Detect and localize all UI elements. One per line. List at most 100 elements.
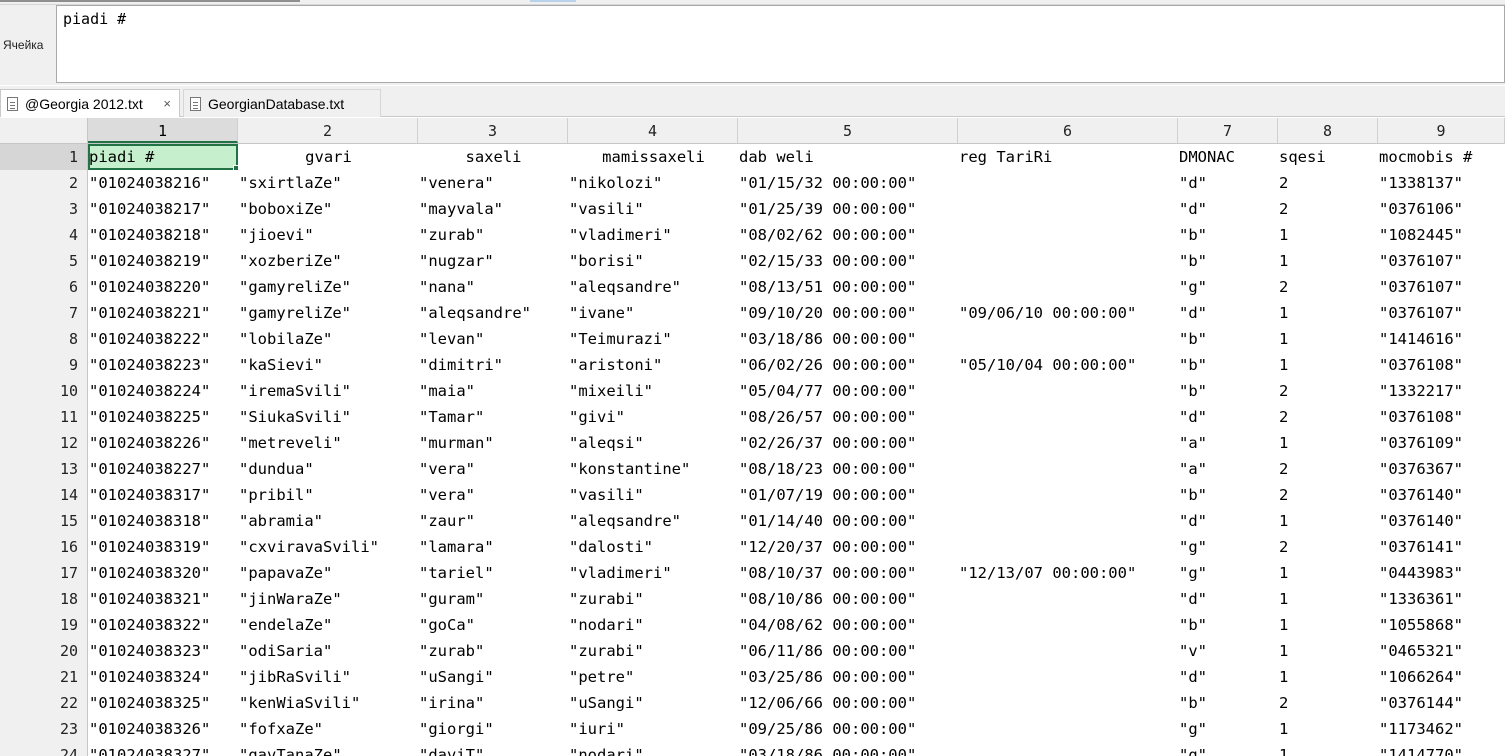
grid-cell[interactable]: 1	[1278, 326, 1378, 352]
grid-cell[interactable]: "03/25/86 00:00:00"	[738, 664, 958, 690]
grid-cell[interactable]: "0376108"	[1378, 352, 1505, 378]
row-number[interactable]: 22	[0, 690, 88, 716]
grid-cell[interactable]: "nana"	[418, 274, 568, 300]
row-number[interactable]: 13	[0, 456, 88, 482]
grid-cell[interactable]: "0376144"	[1378, 690, 1505, 716]
row-number[interactable]: 5	[0, 248, 88, 274]
data-grid[interactable]: 1 2 3 4 5 6 7 8 9 1 piadi # gvari saxeli mamissaxeli d…	[0, 118, 1505, 756]
grid-cell[interactable]: "dimitri"	[418, 352, 568, 378]
grid-cell[interactable]: "fofxaZe"	[238, 716, 418, 742]
grid-cell[interactable]: "iuri"	[568, 716, 738, 742]
grid-cell[interactable]: "04/08/62 00:00:00"	[738, 612, 958, 638]
grid-cell[interactable]: 1	[1278, 508, 1378, 534]
grid-cell[interactable]: 1	[1278, 430, 1378, 456]
grid-cell[interactable]: "0376367"	[1378, 456, 1505, 482]
grid-cell[interactable]: "a"	[1178, 430, 1278, 456]
grid-cell[interactable]	[958, 430, 1178, 456]
grid-cell[interactable]: "lamara"	[418, 534, 568, 560]
grid-cell[interactable]: "03/18/86 00:00:00"	[738, 326, 958, 352]
grid-cell[interactable]: "Tamar"	[418, 404, 568, 430]
grid-cell[interactable]: mamissaxeli	[568, 144, 738, 170]
grid-cell[interactable]: "dalosti"	[568, 534, 738, 560]
select-all-corner[interactable]	[0, 118, 88, 143]
grid-cell[interactable]: 2	[1278, 456, 1378, 482]
row-number[interactable]: 9	[0, 352, 88, 378]
grid-cell[interactable]: "murman"	[418, 430, 568, 456]
grid-cell[interactable]: "0376107"	[1378, 274, 1505, 300]
grid-cell[interactable]: "01/15/32 00:00:00"	[738, 170, 958, 196]
grid-cell[interactable]: "g"	[1178, 742, 1278, 756]
grid-cell[interactable]: "0376107"	[1378, 300, 1505, 326]
grid-cell[interactable]: "d"	[1178, 404, 1278, 430]
grid-cell[interactable]: "01024038220"	[88, 274, 238, 300]
grid-cell[interactable]: "uSangi"	[568, 690, 738, 716]
grid-cell[interactable]	[958, 456, 1178, 482]
grid-cell[interactable]: "1066264"	[1378, 664, 1505, 690]
grid-cell[interactable]: "b"	[1178, 352, 1278, 378]
grid-cell[interactable]: 1	[1278, 664, 1378, 690]
grid-cell[interactable]: "01024038321"	[88, 586, 238, 612]
grid-cell[interactable]: "giorgi"	[418, 716, 568, 742]
grid-cell[interactable]: 1	[1278, 742, 1378, 756]
grid-cell[interactable]: "01024038218"	[88, 222, 238, 248]
grid-cell[interactable]: "01/07/19 00:00:00"	[738, 482, 958, 508]
grid-cell[interactable]: "iremaSvili"	[238, 378, 418, 404]
grid-cell[interactable]	[958, 248, 1178, 274]
grid-cell[interactable]: "guram"	[418, 586, 568, 612]
grid-cell[interactable]: "0376107"	[1378, 248, 1505, 274]
grid-cell[interactable]: "a"	[1178, 456, 1278, 482]
column-header[interactable]: 9	[1378, 118, 1505, 143]
grid-cell[interactable]: 1	[1278, 560, 1378, 586]
grid-cell[interactable]: "metreveli"	[238, 430, 418, 456]
column-header[interactable]: 5	[738, 118, 958, 143]
grid-cell[interactable]: "b"	[1178, 690, 1278, 716]
grid-cell[interactable]: "09/10/20 00:00:00"	[738, 300, 958, 326]
grid-cell[interactable]: "09/06/10 00:00:00"	[958, 300, 1178, 326]
grid-cell[interactable]: "zurab"	[418, 222, 568, 248]
grid-cell[interactable]: 1	[1278, 612, 1378, 638]
grid-cell[interactable]: "01024038217"	[88, 196, 238, 222]
grid-cell[interactable]: "vasili"	[568, 196, 738, 222]
grid-cell[interactable]: "gamyreliZe"	[238, 300, 418, 326]
column-header[interactable]: 2	[238, 118, 418, 143]
grid-cell[interactable]: "papavaZe"	[238, 560, 418, 586]
grid-cell[interactable]: "nikolozi"	[568, 170, 738, 196]
row-number[interactable]: 7	[0, 300, 88, 326]
grid-cell[interactable]: "08/13/51 00:00:00"	[738, 274, 958, 300]
grid-cell[interactable]: "09/25/86 00:00:00"	[738, 716, 958, 742]
grid-cell[interactable]: "01024038323"	[88, 638, 238, 664]
grid-cell[interactable]: dab weli	[738, 144, 958, 170]
grid-cell[interactable]: "05/04/77 00:00:00"	[738, 378, 958, 404]
row-number[interactable]: 14	[0, 482, 88, 508]
grid-cell[interactable]: "1082445"	[1378, 222, 1505, 248]
row-number[interactable]: 12	[0, 430, 88, 456]
grid-cell[interactable]: "02/15/33 00:00:00"	[738, 248, 958, 274]
grid-cell[interactable]: "0376106"	[1378, 196, 1505, 222]
grid-cell[interactable]: "vera"	[418, 456, 568, 482]
row-number[interactable]: 21	[0, 664, 88, 690]
grid-cell[interactable]: "01024038225"	[88, 404, 238, 430]
grid-cell[interactable]: "01024038322"	[88, 612, 238, 638]
grid-cell[interactable]: "daviT"	[418, 742, 568, 756]
row-number[interactable]: 19	[0, 612, 88, 638]
grid-cell[interactable]: "0465321"	[1378, 638, 1505, 664]
cell-value-editor[interactable]: piadi #	[56, 5, 1505, 83]
grid-cell[interactable]: "g"	[1178, 274, 1278, 300]
grid-cell[interactable]: 2	[1278, 274, 1378, 300]
grid-cell[interactable]: "08/10/37 00:00:00"	[738, 560, 958, 586]
grid-cell[interactable]: "01/14/40 00:00:00"	[738, 508, 958, 534]
grid-cell[interactable]: "b"	[1178, 248, 1278, 274]
grid-cell[interactable]: "1336361"	[1378, 586, 1505, 612]
grid-cell[interactable]: "01024038223"	[88, 352, 238, 378]
grid-cell[interactable]: "pribil"	[238, 482, 418, 508]
grid-cell[interactable]: "nodari"	[568, 612, 738, 638]
grid-cell[interactable]: "boboxiZe"	[238, 196, 418, 222]
grid-cell[interactable]: "g"	[1178, 716, 1278, 742]
grid-cell[interactable]: 1	[1278, 638, 1378, 664]
row-number[interactable]: 18	[0, 586, 88, 612]
grid-cell[interactable]: "aleqsandre"	[568, 508, 738, 534]
grid-cell[interactable]: "05/10/04 00:00:00"	[958, 352, 1178, 378]
grid-cell[interactable]: "06/11/86 00:00:00"	[738, 638, 958, 664]
grid-cell[interactable]: "aleqsandre"	[568, 274, 738, 300]
grid-cell[interactable]: "0443983"	[1378, 560, 1505, 586]
